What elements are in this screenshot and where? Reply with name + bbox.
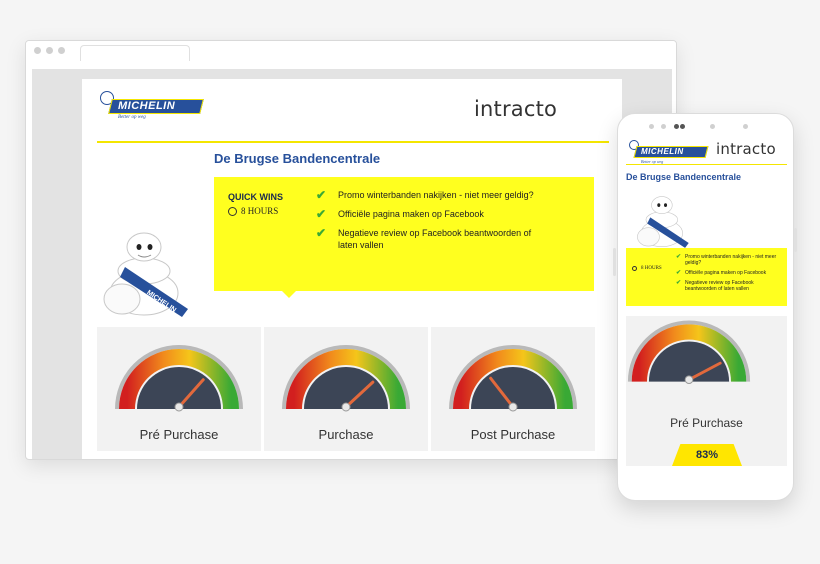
gauge-hub [684, 375, 694, 384]
check-icon: ✔ [676, 280, 682, 286]
gauge-post-purchase: Post Purchase [431, 327, 595, 451]
phone-side-button [613, 248, 616, 276]
check-icon: ✔ [316, 207, 327, 221]
quick-wins-time: 8 HOURS [228, 206, 278, 216]
list-item: ✔ Promo winterbanden nakijken - niet mee… [676, 254, 777, 266]
quick-wins-panel: QUICK WINS 8 HOURS ✔ Promo winterbanden … [214, 177, 594, 298]
phone-screen: MICHELIN Better op weg intracto De Brugs… [623, 136, 790, 484]
page-title: De Brugse Bandencentrale [214, 151, 381, 166]
intracto-logo: intracto [716, 140, 776, 158]
michelin-tagline: Better op weg [118, 115, 146, 120]
window-close-dot[interactable] [34, 47, 41, 54]
phone-frame: MICHELIN Better op weg intracto De Brugs… [617, 113, 794, 501]
gauge-label: Pré Purchase [139, 427, 219, 442]
report-slide: MICHELIN Better op weg intracto De Brugs… [82, 79, 622, 459]
page-title: De Brugse Bandencentrale [626, 172, 742, 182]
browser-window: MICHELIN Better op weg intracto De Brugs… [25, 40, 677, 460]
quick-wins-title: QUICK WINS [228, 192, 283, 202]
speedometer-icon [449, 345, 577, 412]
gauge-label: Purchase [318, 427, 374, 442]
list-item: ✔ Officiële pagina maken op Facebook [676, 270, 767, 276]
michelin-logo: MICHELIN Better op weg [627, 140, 709, 164]
clock-icon [632, 266, 637, 271]
gauge-pre-purchase: Pré Purchase [97, 327, 261, 451]
michelin-logo: MICHELIN Better op weg [98, 91, 208, 123]
header-divider [626, 164, 787, 165]
speedometer-icon [115, 345, 243, 412]
gauge-purchase: Purchase [264, 327, 428, 451]
list-item: ✔ Negatieve review op Facebook beantwoor… [316, 226, 532, 250]
check-icon: ✔ [676, 254, 682, 260]
intracto-logo: intracto [474, 97, 558, 121]
score-badge: 83% [672, 444, 742, 466]
window-minimize-dot[interactable] [46, 47, 53, 54]
list-item: ✔ Officiële pagina maken op Facebook [316, 207, 484, 221]
speedometer-icon [627, 320, 751, 384]
quick-wins-list: ✔ Promo winterbanden nakijken - niet mee… [316, 189, 536, 251]
phone-sensor [649, 124, 654, 129]
time-label: 8 HOURS [641, 266, 662, 271]
phone-sensor [743, 124, 748, 129]
list-item: ✔ Promo winterbanden nakijken - niet mee… [316, 188, 534, 202]
bibendum-mascot-icon [637, 196, 689, 248]
clock-icon [228, 206, 237, 216]
phone-sensor [710, 124, 715, 129]
gauge-row: Pré Purchase Purchase Post Purchase [97, 327, 595, 451]
phone-side-button [794, 228, 797, 252]
phone-camera [680, 124, 685, 129]
check-icon: ✔ [316, 226, 327, 240]
gauge-hub [174, 402, 184, 412]
check-icon: ✔ [316, 188, 327, 202]
time-label: 8 HOURS [241, 206, 279, 216]
quick-wins-list: ✔ Promo winterbanden nakijken - niet mee… [676, 254, 784, 292]
speedometer-icon [282, 345, 410, 412]
michelin-logo-text: MICHELIN [118, 100, 176, 112]
gauge-hub [341, 402, 351, 412]
header-divider [97, 141, 609, 143]
bibendum-mascot-icon: MICHELIN [103, 232, 188, 317]
window-maximize-dot[interactable] [58, 47, 65, 54]
browser-viewport: MICHELIN Better op weg intracto De Brugs… [32, 69, 672, 459]
gauge-label: Post Purchase [470, 427, 556, 442]
quick-wins-panel: 8 HOURS ✔ Promo winterbanden nakijken - … [626, 248, 787, 306]
quick-wins-time: 8 HOURS [632, 266, 662, 271]
michelin-logo-text: MICHELIN [641, 147, 684, 156]
check-icon: ✔ [676, 270, 682, 276]
list-item: ✔ Negatieve review op Facebook beantwoor… [676, 280, 754, 292]
gauge-pre-purchase: Pré Purchase 83% [626, 316, 787, 466]
browser-tab[interactable] [80, 45, 190, 61]
phone-camera [674, 124, 679, 129]
phone-sensor [661, 124, 666, 129]
browser-titlebar [26, 41, 676, 61]
gauge-label: Pré Purchase [670, 416, 743, 430]
gauge-hub [508, 402, 518, 412]
